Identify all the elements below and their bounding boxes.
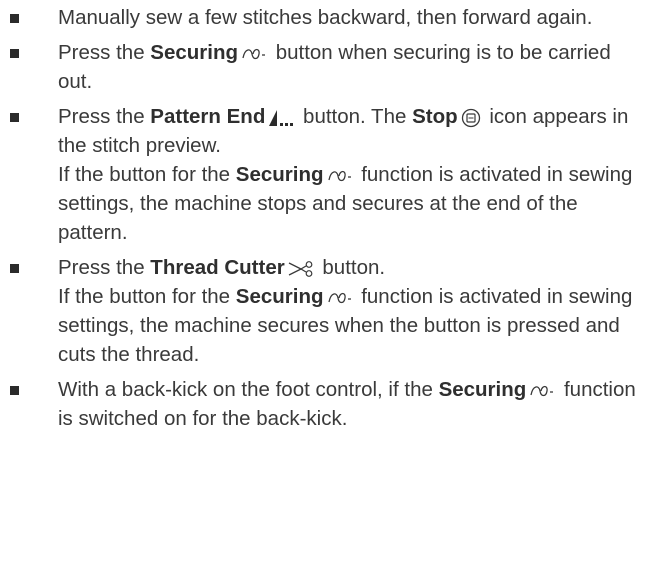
list-item: Press the Securing button when securing … <box>0 38 645 96</box>
instruction-list: Manually sew a few stitches backward, th… <box>0 3 645 439</box>
pattern-end-icon <box>268 109 294 127</box>
securing-icon <box>327 168 353 184</box>
list-item: With a back-kick on the foot control, if… <box>0 375 645 433</box>
securing-label: Securing <box>438 378 527 401</box>
securing-icon <box>241 46 267 62</box>
securing-icon <box>327 290 353 306</box>
bullet-marker <box>10 386 19 395</box>
list-item: Manually sew a few stitches backward, th… <box>0 3 645 32</box>
bullet-marker <box>10 113 19 122</box>
thread-cutter-label: Thread Cutter <box>150 256 285 279</box>
bullet-marker <box>10 264 19 273</box>
pattern-end-label: Pattern End <box>150 105 266 128</box>
securing-label: Securing <box>235 285 324 308</box>
bullet-marker <box>10 14 19 23</box>
document-page: Manually sew a few stitches backward, th… <box>0 0 645 562</box>
thread-cutter-icon <box>288 260 314 278</box>
securing-icon <box>529 383 555 399</box>
stop-icon <box>461 108 481 128</box>
securing-label: Securing <box>235 163 324 186</box>
stop-label: Stop <box>412 105 458 128</box>
item-text: Manually sew a few stitches backward, th… <box>58 6 593 29</box>
list-item: Press the Thread Cutter button. If the b… <box>0 253 645 369</box>
securing-label: Securing <box>150 41 239 64</box>
bullet-marker <box>10 49 19 58</box>
list-item: Press the Pattern End button. The Stop i… <box>0 102 645 247</box>
